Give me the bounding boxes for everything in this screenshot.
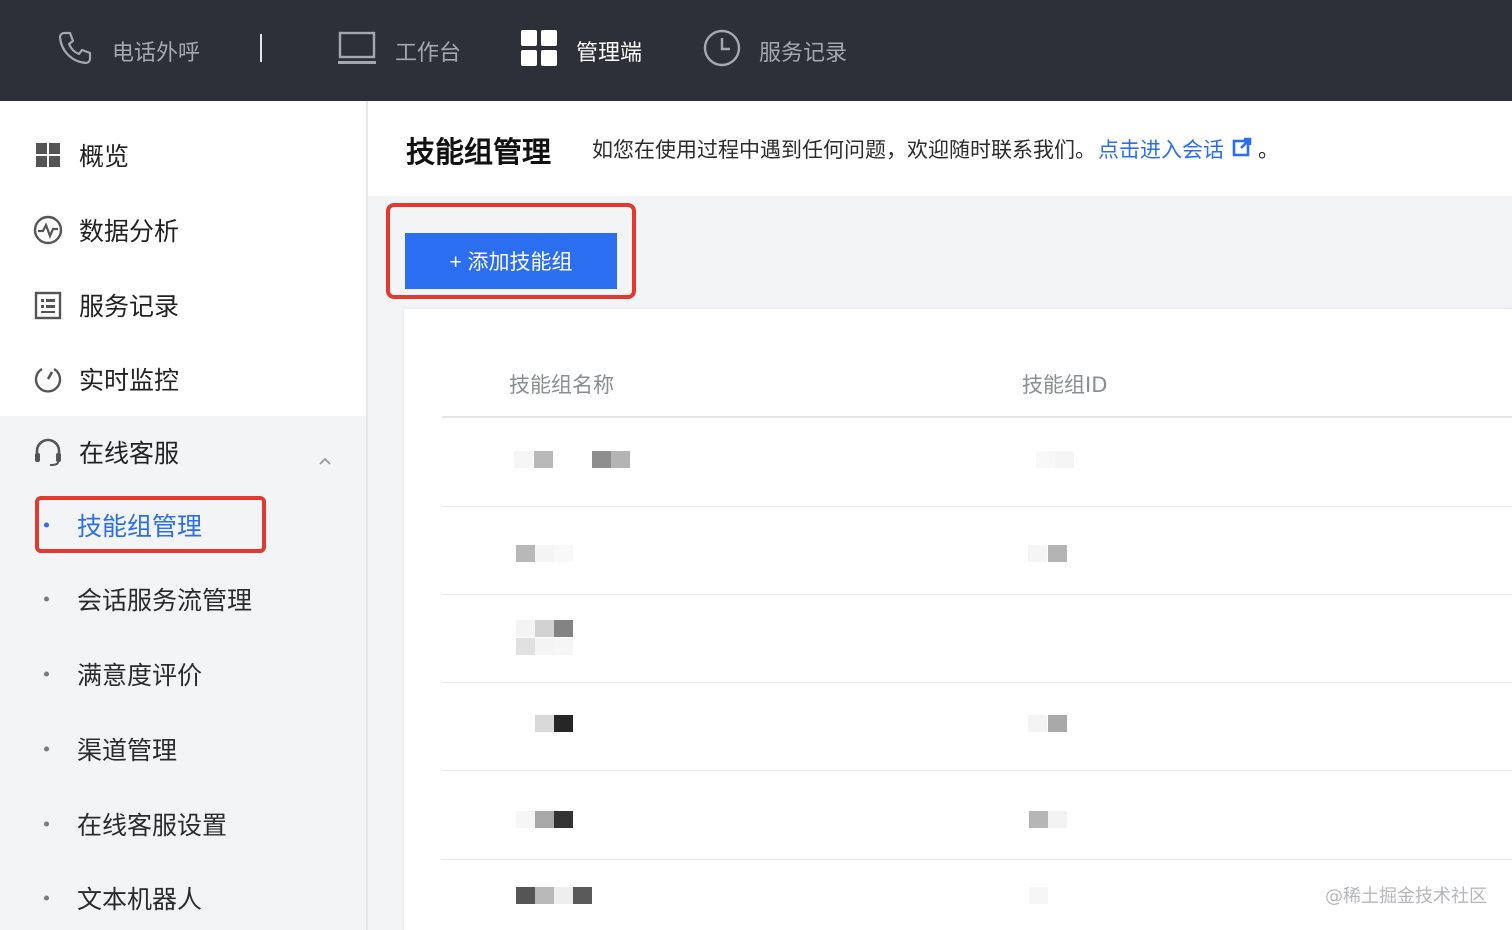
sidebar-subitem-online-service-settings[interactable]: 在线客服设置: [0, 794, 366, 854]
bullet-dot: [44, 895, 49, 901]
notice-end: 。: [1258, 138, 1279, 162]
highlight-box-active-subitem: [35, 496, 266, 553]
topbar-item-label: 管理端: [576, 40, 643, 66]
main-content: 技能组管理 如您在使用过程中遇到任何问题，欢迎随时联系我们。 点击进入会话 。 …: [368, 101, 1512, 930]
row-divider: [442, 594, 1512, 595]
sidebar-item-overview[interactable]: 概览: [0, 125, 366, 185]
bullet-dot: [44, 596, 49, 602]
topbar-item-service-records[interactable]: 服务记录: [703, 0, 847, 101]
add-skill-group-button[interactable]: + 添加技能组: [405, 233, 617, 289]
topbar-item-label: 电话外呼: [112, 40, 201, 66]
sidebar-item-label: 实时监控: [79, 366, 180, 395]
sidebar-subitem-satisfaction-rating[interactable]: 满意度评价: [0, 644, 366, 704]
sidebar-subitem-label: 文本机器人: [77, 885, 203, 914]
clock-icon: [703, 29, 741, 73]
topbar-item-label: 工作台: [395, 40, 462, 66]
notice-text: 如您在使用过程中遇到任何问题，欢迎随时联系我们。: [592, 138, 1096, 162]
top-nav-bar: 电话外呼 工作台 管理端 服务记录: [0, 0, 1512, 101]
sidebar-item-label: 在线客服: [79, 439, 180, 468]
topbar-item-phone-call[interactable]: 电话外呼: [56, 0, 200, 101]
sidebar-subitem-label: 会话服务流管理: [77, 586, 253, 615]
sidebar-item-label: 概览: [79, 142, 130, 171]
sidebar-subitem-label: 满意度评价: [77, 661, 203, 690]
topbar-divider: [260, 34, 262, 62]
sidebar-item-realtime-monitor[interactable]: 实时监控: [0, 349, 366, 409]
page-title: 技能组管理: [406, 135, 552, 169]
topbar-item-admin[interactable]: 管理端: [520, 0, 642, 101]
help-notice: 如您在使用过程中遇到任何问题，欢迎随时联系我们。 点击进入会话 。: [592, 134, 1279, 164]
column-header-name[interactable]: 技能组名称: [509, 369, 614, 399]
topbar-item-label: 服务记录: [759, 40, 848, 66]
sidebar-item-online-service[interactable]: 在线客服: [0, 422, 366, 482]
record-icon: [33, 290, 63, 320]
topbar-item-workbench[interactable]: 工作台: [337, 0, 461, 101]
sidebar-subitem-channel-management[interactable]: 渠道管理: [0, 719, 366, 779]
dashboard-icon: [33, 140, 63, 170]
row-divider: [442, 859, 1512, 860]
sidebar-item-analytics[interactable]: 数据分析: [0, 200, 366, 260]
contact-session-link[interactable]: 点击进入会话: [1098, 134, 1224, 164]
analytics-icon: [33, 215, 63, 245]
bullet-dot: [44, 746, 49, 752]
watermark: @稀土掘金技术社区: [1325, 886, 1487, 907]
grid-icon: [520, 29, 558, 73]
sidebar-item-service-records[interactable]: 服务记录: [0, 275, 366, 335]
row-divider: [442, 506, 1512, 507]
sidebar-subitem-session-flow-management[interactable]: 会话服务流管理: [0, 569, 366, 629]
external-link-icon[interactable]: [1232, 137, 1252, 162]
row-divider: [442, 770, 1512, 771]
phone-icon: [56, 29, 94, 73]
sidebar-subitem-label: 渠道管理: [77, 736, 178, 765]
sidebar-item-label: 服务记录: [79, 292, 180, 321]
bullet-dot: [44, 821, 49, 827]
monitor-icon: [337, 29, 377, 73]
chevron-up-icon[interactable]: [318, 445, 332, 465]
page-header: 技能组管理 如您在使用过程中遇到任何问题，欢迎随时联系我们。 点击进入会话 。: [368, 101, 1512, 196]
column-header-id[interactable]: 技能组ID: [1022, 369, 1107, 399]
header-divider: [442, 416, 1512, 418]
sidebar-item-label: 数据分析: [79, 217, 180, 246]
row-divider: [442, 682, 1512, 683]
skill-group-table: 技能组名称 技能组ID: [404, 309, 1512, 930]
headset-icon: [33, 437, 63, 467]
sidebar-subitem-label: 在线客服设置: [77, 811, 228, 840]
sidebar-subitem-text-robot[interactable]: 文本机器人: [0, 868, 366, 928]
bullet-dot: [44, 671, 49, 677]
monitor-gauge-icon: [33, 364, 63, 394]
